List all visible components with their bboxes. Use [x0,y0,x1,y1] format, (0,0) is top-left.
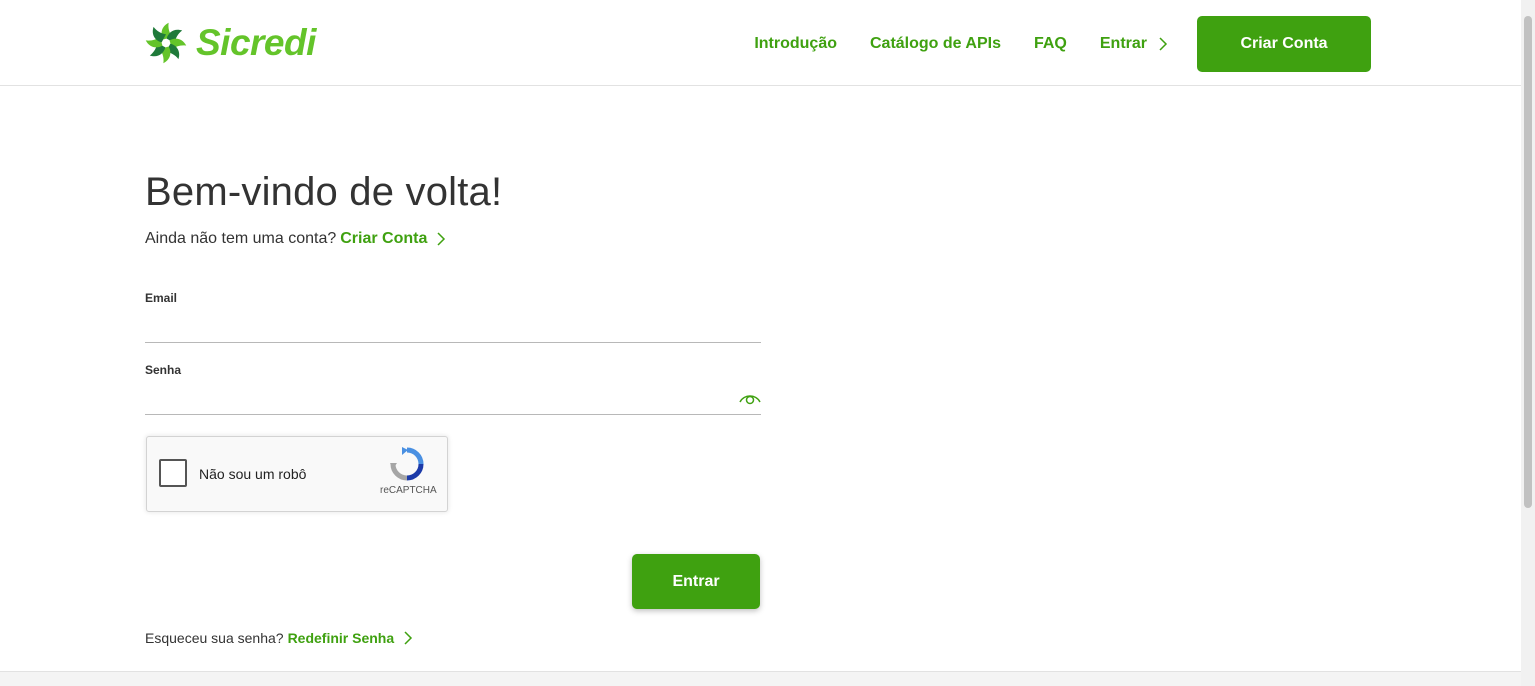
entrar-button[interactable]: Entrar [632,554,760,609]
main-nav: Introdução Catálogo de APIs FAQ Entrar C… [754,16,1371,72]
recaptcha-logo-icon [390,447,424,481]
signup-link-label: Criar Conta [340,230,428,247]
logo-wordmark: Sicredi [196,22,316,63]
signup-prompt: Ainda não tem uma conta? Criar Conta [145,230,447,248]
redefinir-senha-label: Redefinir Senha [287,630,395,646]
recaptcha-checkbox[interactable] [159,459,187,487]
recaptcha-label: Não sou um robô [199,466,307,482]
email-field-group: Email [145,291,761,343]
scrollbar-thumb[interactable] [1524,16,1532,508]
sicredi-logo[interactable]: Sicredi [144,19,316,67]
forgot-text: Esqueceu sua senha? [145,630,284,646]
chevron-right-icon [1159,37,1168,51]
email-label: Email [145,291,178,305]
email-input[interactable] [145,314,725,340]
eye-icon[interactable] [739,392,761,406]
chevron-right-icon [404,631,413,645]
forgot-password: Esqueceu sua senha? Redefinir Senha [145,630,414,646]
criar-conta-button[interactable]: Criar Conta [1197,16,1371,72]
nav-entrar[interactable]: Entrar [1100,35,1169,53]
footer-strip [0,671,1521,686]
nav-introducao[interactable]: Introdução [754,35,837,53]
page-scrollbar[interactable] [1521,0,1535,686]
signup-prompt-text: Ainda não tem uma conta? [145,230,337,247]
sicredi-logo-icon [145,22,187,64]
nav-catalogo-apis[interactable]: Catálogo de APIs [870,35,1001,53]
chevron-right-icon [437,232,446,246]
senha-field-group: Senha [145,363,761,415]
nav-entrar-label: Entrar [1099,35,1147,52]
page-title: Bem-vindo de volta! [145,170,503,214]
senha-input[interactable] [145,386,725,412]
top-header: Sicredi Introdução Catálogo de APIs FAQ … [0,0,1521,86]
redefinir-senha-link[interactable]: Redefinir Senha [288,630,415,646]
recaptcha-widget: Não sou um robô reCAPTCHA [146,436,448,512]
signup-link[interactable]: Criar Conta [340,230,447,248]
recaptcha-brand: reCAPTCHA [380,485,437,496]
senha-label: Senha [145,363,182,377]
nav-faq[interactable]: FAQ [1034,35,1067,53]
page: Sicredi Introdução Catálogo de APIs FAQ … [0,0,1535,686]
